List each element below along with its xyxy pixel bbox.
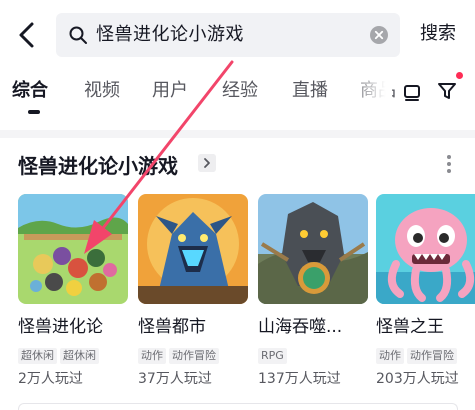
game-item-monster-evolution[interactable]: 怪兽进化论 超休闲 超休闲 2万人玩过 [18,194,128,388]
game-tag: 动作 [376,348,404,364]
notification-dot [456,72,463,79]
search-input[interactable]: 怪兽进化论小游戏 [56,13,400,57]
game-play-count: 37万人玩过 [138,371,212,387]
tab-video[interactable]: 视频 [84,78,120,104]
active-tab-indicator [28,110,40,114]
game-tags: RPG [258,344,290,364]
game-thumbnail[interactable] [138,194,248,304]
game-name: 山海吞噬... [258,317,343,337]
game-item-monster-king[interactable]: 怪兽之王 动作 动作冒险 203万人玩过 [376,194,475,388]
layers-icon[interactable] [402,82,422,102]
tab-comprehensive[interactable]: 综合 [12,78,48,104]
game-play-count: 203万人玩过 [376,371,459,387]
mini-game-card: 怪兽进化论小游戏 怪兽进化论 超休闲 超休闲 2万人玩过 怪兽都市 动作 动作冒… [0,138,475,410]
search-query[interactable]: 怪兽进化论小游戏 [96,23,244,47]
search-icon [69,26,87,44]
back-arrow-icon[interactable] [14,20,40,50]
tab-experience[interactable]: 经验 [222,78,258,104]
clear-icon[interactable] [370,26,388,44]
search-button[interactable]: 搜索 [420,22,456,46]
game-thumbnail[interactable] [18,194,128,304]
game-play-count: 2万人玩过 [18,371,83,387]
game-tag: RPG [258,348,287,364]
game-thumbnail[interactable] [376,194,475,304]
top-bar: 怪兽进化论小游戏 搜索 综合 视频 用户 经验 直播 商品 [0,0,475,130]
game-tag: 动作冒险 [407,348,457,364]
game-tags: 动作 动作冒险 [138,344,222,364]
game-tags: 动作 动作冒险 [376,344,460,364]
game-tag: 超休闲 [18,348,57,364]
tab-users[interactable]: 用户 [152,78,188,104]
filter-icon[interactable] [436,79,460,103]
more-vertical-icon[interactable] [446,154,452,174]
game-tag: 动作 [138,348,166,364]
game-name: 怪兽之王 [376,317,444,337]
game-tag: 超休闲 [60,348,99,364]
game-item-shanhai[interactable]: 山海吞噬... RPG 137万人玩过 [258,194,368,388]
game-name: 怪兽进化论 [18,317,103,337]
tab-live[interactable]: 直播 [292,78,328,104]
game-tag: 动作冒险 [169,348,219,364]
chevron-right-icon[interactable] [198,154,216,172]
game-name: 怪兽都市 [138,317,206,337]
section-title[interactable]: 怪兽进化论小游戏 [18,152,178,180]
next-result-card [18,403,458,410]
game-tags: 超休闲 超休闲 [18,344,102,364]
game-thumbnail[interactable] [258,194,368,304]
game-item-monster-city[interactable]: 怪兽都市 动作 动作冒险 37万人玩过 [138,194,248,388]
tab-fade [348,74,392,114]
game-play-count: 137万人玩过 [258,371,341,387]
